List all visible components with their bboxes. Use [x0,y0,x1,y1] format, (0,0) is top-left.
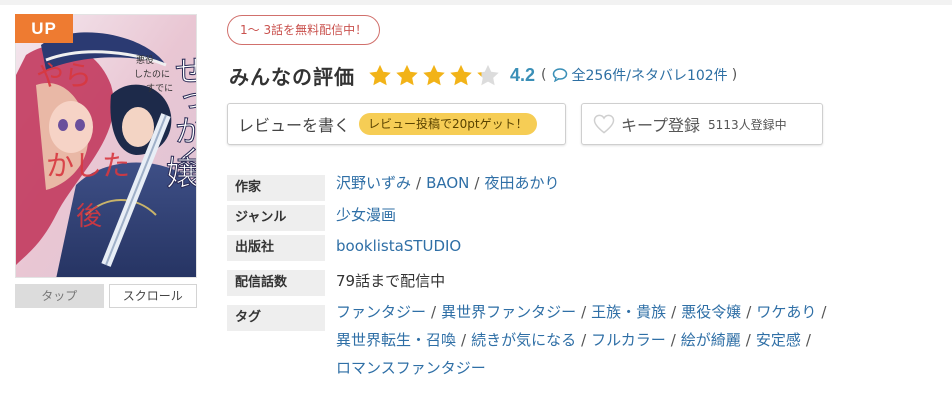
keep-label: キープ登録 [621,116,701,135]
paren-close: ) [731,67,738,83]
tag-link[interactable]: 続きが気になる [471,331,576,349]
genre-value: 少女漫画 [336,202,396,228]
rating-row: みんなの評価 4.2 ( 全256件 /ネタバレ102件 ) [229,58,737,92]
episodes-label: 配信話数 [227,270,325,296]
total-reviews: 全256件 [571,68,627,84]
tab-scroll[interactable]: スクロール [108,284,197,308]
star-icon [369,64,391,85]
tags-label: タグ [227,305,325,331]
tag-link[interactable]: ワケあり [756,303,816,321]
author-link[interactable]: BAON [426,174,469,192]
rating-title: みんなの評価 [229,64,355,89]
tab-tap[interactable]: タップ [15,284,104,308]
episodes-value: 79話まで配信中 [336,272,446,290]
genre-label: ジャンル [227,205,325,231]
cover-artwork: せっかく 嬢 やら かした 後 悪役 したのに すでに [15,14,197,278]
top-divider [0,0,952,5]
review-count-link[interactable]: ( 全256件 /ネタバレ102件 ) [541,65,737,85]
keep-count: 5113人登録中 [708,117,787,132]
keep-button[interactable]: キープ登録 5113人登録中 [581,103,823,145]
author-link[interactable]: 夜田あかり [484,174,559,192]
rating-score: 4.2 [510,64,536,85]
paren-open: ( [541,67,547,83]
svg-text:したのに: したのに [134,69,170,80]
speech-bubble-icon [552,68,567,82]
svg-text:嬢: 嬢 [166,154,197,194]
tag-link[interactable]: 異世界ファンタジー [441,303,576,321]
svg-text:かした: かした [46,149,130,182]
cover-illustration: せっかく 嬢 やら かした 後 悪役 したのに すでに [16,15,197,277]
author-label: 作家 [227,175,325,201]
write-review-button[interactable]: レビューを書く レビュー投稿で20ptゲット！ [227,103,566,145]
svg-text:やら: やら [36,59,92,92]
tag-link[interactable]: ファンタジー [336,303,426,321]
genre-link[interactable]: 少女漫画 [336,206,396,224]
star-empty-icon [477,64,499,85]
tag-link[interactable]: フルカラー [591,331,666,349]
publisher-value: booklistaSTUDIO [336,233,461,259]
svg-text:後: 後 [76,202,102,232]
tag-link[interactable]: 異世界転生・召喚 [336,331,456,349]
svg-text:悪役: 悪役 [136,54,154,66]
star-rating [367,63,501,88]
tags-value: ファンタジー / 異世界ファンタジー / 王族・貴族 / 悪役令嬢 / ワケあり / 異世界転生・… [336,303,827,377]
free-episodes-badge: 1〜 3話を無料配信中！ [227,15,381,45]
spoiler-count: /ネタバレ102件 [626,68,728,84]
tag-link[interactable]: 悪役令嬢 [681,303,741,321]
star-icon [396,64,418,85]
publisher-label: 出版社 [227,235,325,261]
publisher-link[interactable]: booklistaSTUDIO [336,237,461,255]
tag-link[interactable]: ロマンスファンタジー [336,359,486,377]
cover-image[interactable]: せっかく 嬢 やら かした 後 悪役 したのに すでに UP [15,14,197,278]
svg-text:すでに: すでに [146,83,173,94]
author-value: 沢野いずみ / BAON / 夜田あかり [336,174,560,192]
write-review-label: レビューを書く [238,116,351,135]
star-icon [450,64,472,85]
tag-link[interactable]: 絵が綺麗 [681,331,741,349]
view-mode-tabs: タップ スクロール [15,284,197,308]
up-badge: UP [15,14,73,43]
heart-icon [593,114,615,134]
review-point-badge: レビュー投稿で20ptゲット！ [359,113,537,135]
tag-link[interactable]: 安定感 [756,331,801,349]
tag-link[interactable]: 王族・貴族 [591,303,666,321]
star-icon [423,64,445,85]
author-link[interactable]: 沢野いずみ [336,174,411,192]
